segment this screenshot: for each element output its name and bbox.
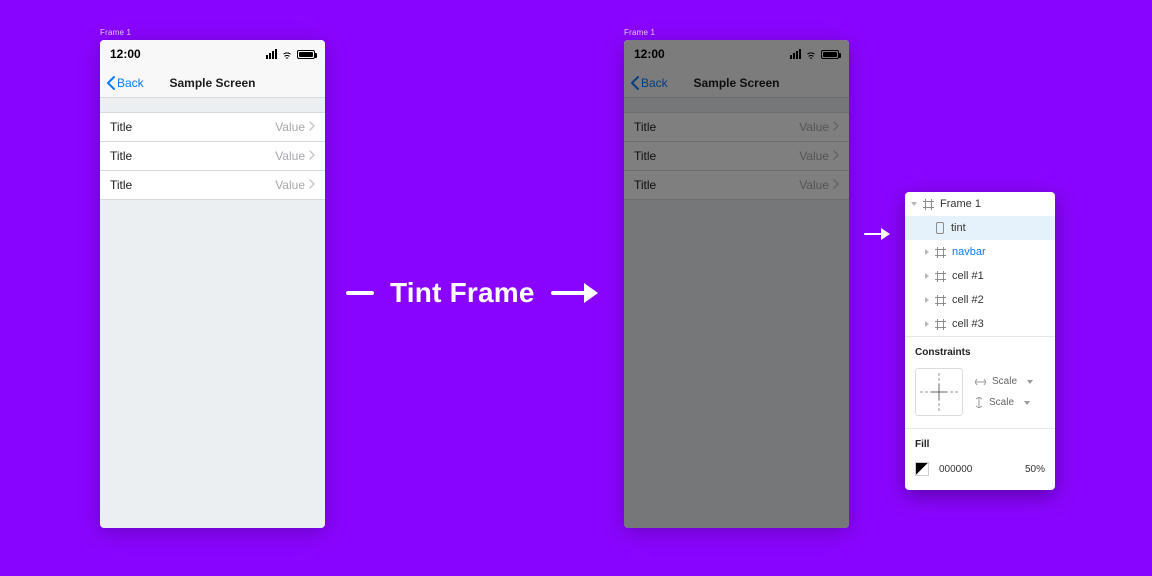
constraint-widget[interactable]: [915, 368, 963, 416]
wifi-icon: [281, 50, 293, 59]
frame-icon: [935, 247, 946, 258]
status-time: 12:00: [110, 47, 141, 61]
sample-screen-tinted: 12:00 Back Sample Screen TitleValueTitle…: [624, 40, 849, 528]
fill-swatch[interactable]: [915, 462, 929, 476]
constraint-h-label: Scale: [992, 376, 1017, 387]
status-bar: 12:00: [100, 40, 325, 68]
back-label: Back: [117, 76, 144, 90]
layer-row[interactable]: cell #3: [905, 312, 1055, 336]
layer-row[interactable]: cell #2: [905, 288, 1055, 312]
disclosure-triangle-icon[interactable]: [925, 297, 929, 303]
frame-label-left: Frame 1: [100, 28, 131, 37]
frame-icon: [935, 319, 946, 330]
cell-value: Value: [275, 120, 305, 134]
layer-name: cell #2: [952, 294, 984, 306]
cell-value: Value: [275, 149, 305, 163]
disclosure-triangle-icon[interactable]: [925, 321, 929, 327]
dash-icon: [346, 291, 374, 295]
constraint-vertical-dropdown[interactable]: Scale: [975, 397, 1033, 408]
constraints-header: Constraints: [905, 337, 1055, 364]
table-view: Title Value Title Value Title Value: [100, 112, 325, 200]
cell-title: Title: [110, 149, 132, 163]
frame-icon: [923, 199, 934, 210]
layer-name: cell #1: [952, 270, 984, 282]
signal-icon: [266, 49, 277, 59]
table-row[interactable]: Title Value: [100, 142, 325, 171]
frame-icon: [935, 295, 946, 306]
nav-title: Sample Screen: [169, 76, 255, 90]
layer-row[interactable]: tint: [905, 216, 1055, 240]
arrow-right-small-icon: [864, 228, 890, 240]
chevron-right-icon: [309, 149, 315, 163]
layers-list: Frame 1 tint navbar cell #1 cell #2 cell #3: [905, 192, 1055, 336]
nav-bar: Back Sample Screen: [100, 68, 325, 98]
chevron-right-icon: [309, 120, 315, 134]
layer-name: navbar: [952, 246, 986, 258]
sample-screen-normal: 12:00 Back Sample Screen TitleValueTitle…: [100, 40, 325, 528]
cell-title: Title: [110, 178, 132, 192]
rectangle-icon: [935, 222, 945, 234]
disclosure-triangle-icon[interactable]: [925, 273, 929, 279]
vertical-icon: [975, 397, 983, 408]
disclosure-triangle-icon[interactable]: [911, 202, 917, 206]
chevron-right-icon: [309, 178, 315, 192]
disclosure-triangle-icon[interactable]: [925, 249, 929, 255]
chevron-left-icon: [106, 76, 115, 90]
cell-value: Value: [275, 178, 305, 192]
layer-row[interactable]: cell #1: [905, 264, 1055, 288]
chevron-down-icon: [1027, 380, 1033, 384]
layer-row[interactable]: Frame 1: [905, 192, 1055, 216]
fill-header: Fill: [905, 429, 1055, 456]
arrow-right-icon: [551, 283, 598, 303]
layer-row[interactable]: navbar: [905, 240, 1055, 264]
cell-title: Title: [110, 120, 132, 134]
horizontal-icon: [975, 378, 986, 386]
table-row[interactable]: Title Value: [100, 113, 325, 142]
annotation-text: Tint Frame: [390, 277, 535, 309]
table-row[interactable]: Title Value: [100, 171, 325, 199]
constraint-horizontal-dropdown[interactable]: Scale: [975, 376, 1033, 387]
back-button[interactable]: Back: [106, 76, 144, 90]
battery-icon: [297, 50, 315, 59]
frame-icon: [935, 271, 946, 282]
fill-hex[interactable]: 000000: [939, 464, 972, 475]
chevron-down-icon: [1024, 401, 1030, 405]
fill-opacity[interactable]: 50%: [1025, 464, 1045, 475]
inspector-panel: Frame 1 tint navbar cell #1 cell #2 cell #3 C…: [905, 192, 1055, 490]
layer-name: tint: [951, 222, 966, 234]
annotation-label: Tint Frame: [346, 277, 598, 309]
layer-name: cell #3: [952, 318, 984, 330]
constraint-v-label: Scale: [989, 397, 1014, 408]
layer-name: Frame 1: [940, 198, 981, 210]
tint-overlay: [624, 40, 849, 528]
frame-label-right: Frame 1: [624, 28, 655, 37]
